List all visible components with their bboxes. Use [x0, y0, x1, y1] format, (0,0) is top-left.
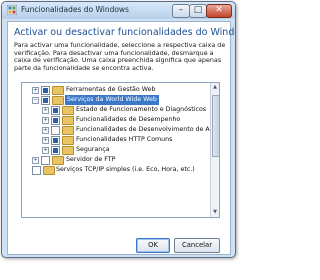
tree-item-web-management-tools[interactable]: + Ferramentas de Gestão Web [22, 85, 207, 95]
tree-item-label: Estado de Funcionamento e Diagnósticos [76, 106, 207, 113]
folder-icon [52, 86, 64, 95]
expand-icon[interactable]: + [32, 87, 39, 94]
windows-features-dialog: Funcionalidades do Windows – □ ✕ Activar… [1, 1, 236, 258]
maximize-button[interactable]: □ [189, 4, 207, 18]
tree-item-common-http-features[interactable]: + Funcionalidades HTTP Comuns [22, 135, 207, 145]
tree-item-simple-tcpip-services[interactable]: Serviços TCP/IP simples (i.e. Eco, Hora,… [22, 165, 207, 175]
instructions-text: Para activar uma funcionalidade, selecci… [14, 41, 226, 72]
folder-icon [62, 106, 74, 115]
expand-icon[interactable]: + [32, 157, 39, 164]
expand-icon[interactable]: + [42, 127, 49, 134]
tree-item-label: Servidor de FTP [66, 156, 116, 163]
tree-item-health-diagnostics[interactable]: + Estado de Funcionamento e Diagnósticos [22, 105, 207, 115]
tree-item-label: Funcionalidades de Desenvolvimento de Ap… [76, 126, 219, 133]
checkbox[interactable] [32, 166, 41, 175]
window-title: Funcionalidades do Windows [21, 5, 129, 14]
close-button[interactable]: ✕ [206, 4, 232, 18]
page-title: Activar ou desactivar funcionalidades do… [14, 27, 236, 38]
scrollbar-thumb[interactable] [212, 95, 219, 157]
tree-item-label: Funcionalidades de Desempenho [76, 116, 181, 123]
tree-item-label: Ferramentas de Gestão Web [66, 86, 156, 93]
collapse-icon[interactable]: − [32, 97, 39, 104]
folder-icon [62, 146, 74, 155]
folder-icon [62, 126, 74, 135]
checkbox[interactable] [51, 126, 60, 135]
tree-item-label: Serviços TCP/IP simples (i.e. Eco, Hora,… [56, 166, 195, 173]
expand-icon[interactable]: + [42, 137, 49, 144]
maximize-icon: □ [193, 5, 203, 15]
checkbox[interactable] [51, 136, 60, 145]
folder-icon [62, 136, 74, 145]
dialog-content: Activar ou desactivar funcionalidades do… [7, 21, 236, 255]
checkbox[interactable] [51, 106, 60, 115]
tree-item-label: Serviços da World Wide Web [65, 95, 159, 105]
tree-item-label: Funcionalidades HTTP Comuns [76, 136, 173, 143]
title-bar[interactable]: Funcionalidades do Windows – □ ✕ [2, 2, 235, 19]
tree-item-label: Segurança [76, 146, 110, 153]
windows-features-icon [7, 5, 17, 15]
tree-item-performance-features[interactable]: + Funcionalidades de Desempenho [22, 115, 207, 125]
expand-icon[interactable]: + [42, 117, 49, 124]
expand-icon[interactable]: + [42, 147, 49, 154]
checkbox[interactable] [51, 146, 60, 155]
folder-icon [43, 166, 55, 175]
close-icon: ✕ [215, 5, 223, 15]
checkbox[interactable] [41, 86, 50, 95]
checkbox[interactable] [51, 116, 60, 125]
scroll-down-icon[interactable]: ▼ [211, 208, 219, 217]
folder-icon [62, 116, 74, 125]
tree-item-security[interactable]: + Segurança [22, 145, 207, 155]
folder-icon [52, 96, 64, 105]
expand-icon[interactable]: + [42, 107, 49, 114]
tree-item-app-development-features[interactable]: + Funcionalidades de Desenvolvimento de … [22, 125, 219, 135]
features-tree: + Ferramentas de Gestão Web − Serviços d… [21, 82, 220, 218]
tree-item-world-wide-web-services[interactable]: − Serviços da World Wide Web [22, 95, 207, 105]
checkbox[interactable] [41, 156, 50, 165]
checkbox[interactable] [41, 96, 50, 105]
ok-button[interactable]: OK [136, 238, 170, 253]
folder-icon [52, 156, 64, 165]
vertical-scrollbar[interactable]: ▲ ▼ [210, 83, 219, 217]
cancel-button[interactable]: Cancelar [174, 238, 220, 253]
scroll-up-icon[interactable]: ▲ [211, 83, 219, 92]
minimize-icon: – [178, 5, 184, 15]
minimize-button[interactable]: – [172, 4, 190, 18]
tree-item-ftp-server[interactable]: + Servidor de FTP [22, 155, 207, 165]
